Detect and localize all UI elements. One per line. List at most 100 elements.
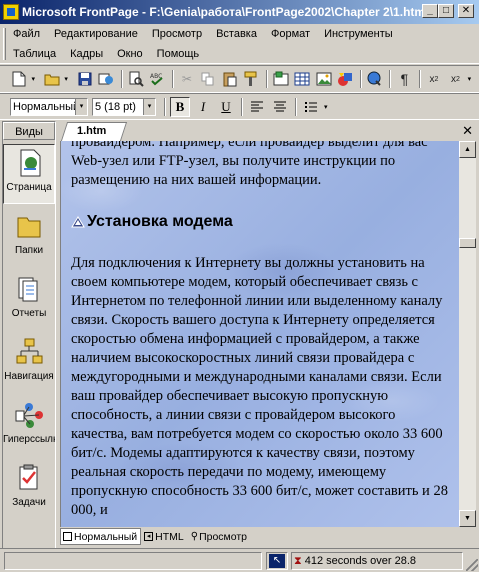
menu-edit[interactable]: Редактирование xyxy=(47,28,145,40)
scroll-thumb[interactable] xyxy=(459,238,476,248)
minimize-button[interactable]: _ xyxy=(422,4,438,18)
document-tab[interactable]: 1.htm xyxy=(60,122,128,141)
close-document-icon[interactable]: ✕ xyxy=(462,123,473,139)
align-left-icon[interactable] xyxy=(247,97,267,117)
print-preview-icon[interactable] xyxy=(127,69,146,89)
menu-bar: Файл Редактирование Просмотр Вставка Фор… xyxy=(0,24,479,64)
html-tab-icon: ◂ xyxy=(144,532,154,541)
bullets-icon[interactable] xyxy=(301,97,321,117)
menu-frames[interactable]: Кадры xyxy=(63,48,110,60)
font-size-combo-value: 5 (18 pt) xyxy=(95,100,136,113)
normal-tab-icon xyxy=(63,532,72,541)
show-all-pilcrow-icon[interactable]: ¶ xyxy=(395,69,414,89)
spelling-icon[interactable]: ABC xyxy=(148,69,167,89)
menu-format[interactable]: Формат xyxy=(264,28,317,40)
view-hyperlinks-label: Гиперссылки xyxy=(3,434,55,445)
reports-view-icon xyxy=(13,273,45,305)
toolbar-separator xyxy=(295,97,297,116)
close-button[interactable]: ✕ xyxy=(458,4,474,18)
menu-table[interactable]: Таблица xyxy=(6,48,63,60)
view-tasks-label: Задачи xyxy=(12,497,46,508)
publish-icon[interactable] xyxy=(97,69,116,89)
insert-table-icon[interactable] xyxy=(293,69,312,89)
view-page-label: Страница xyxy=(6,182,52,193)
view-navigation[interactable]: Навигация xyxy=(3,334,55,394)
view-reports-label: Отчеты xyxy=(11,308,47,319)
align-center-icon[interactable] xyxy=(270,97,290,117)
tab-normal[interactable]: Нормальный xyxy=(60,528,142,545)
bookmark-anchor-icon xyxy=(71,216,85,228)
bold-icon[interactable]: B xyxy=(170,96,190,117)
toolbar-separator xyxy=(120,70,123,88)
toolbar-separator xyxy=(265,70,268,88)
menu-row-1: Файл Редактирование Просмотр Вставка Фор… xyxy=(0,24,479,44)
intro-paragraph[interactable]: провайдером. Например, если провайдер вы… xyxy=(71,141,451,190)
subscript-icon[interactable]: x2 xyxy=(425,69,444,89)
new-dropdown-icon[interactable]: ▾ xyxy=(32,75,40,83)
document-tab-bar: 1.htm ✕ xyxy=(60,121,479,141)
scroll-down-icon[interactable]: ▼ xyxy=(459,510,476,527)
view-hyperlinks[interactable]: Гиперссылки xyxy=(3,397,55,457)
font-size-combo[interactable]: 5 (18 pt) ▾ xyxy=(92,97,156,116)
scroll-up-icon[interactable]: ▲ xyxy=(459,141,476,158)
style-combo[interactable]: Нормальный ▾ xyxy=(10,97,88,116)
standard-toolbar: ▾ ▾ ABC ✂ ¶ x2 x2 ▾ xyxy=(0,65,479,93)
view-page[interactable]: Страница xyxy=(3,144,55,204)
toolbar-separator xyxy=(418,70,421,88)
cursor-icon: ↖ xyxy=(269,554,285,568)
menu-row-2: Таблица Кадры Окно Помощь xyxy=(0,44,479,64)
hyperlink-icon[interactable] xyxy=(366,69,385,89)
style-combo-value: Нормальный xyxy=(13,100,80,113)
menu-window[interactable]: Окно xyxy=(110,48,150,60)
hyperlinks-view-icon xyxy=(13,399,45,431)
toolbar-options-icon[interactable]: ▾ xyxy=(468,75,476,83)
vertical-scrollbar[interactable]: ▲ ▼ xyxy=(459,141,476,527)
menu-grip[interactable] xyxy=(3,28,6,60)
window-title: Microsoft FrontPage - F:\Genia\работа\Fr… xyxy=(22,5,426,19)
download-time-text: 412 seconds over 28.8 xyxy=(304,555,417,567)
resize-grip-icon[interactable] xyxy=(466,559,478,571)
body-paragraph[interactable]: Для подключения к Интернету вы должны ус… xyxy=(71,254,451,520)
copy-icon[interactable] xyxy=(199,69,218,89)
section-heading[interactable]: Установка модема xyxy=(71,212,451,232)
format-painter-icon[interactable] xyxy=(242,69,261,89)
views-bar: Виды Страница Папки Отчеты Навигация Гип… xyxy=(2,121,56,549)
status-cursor-pane: ↖ xyxy=(266,552,288,570)
view-folders[interactable]: Папки xyxy=(3,208,55,268)
italic-icon[interactable]: I xyxy=(193,97,213,117)
document-tab-label: 1.htm xyxy=(77,125,107,137)
insert-component-icon[interactable] xyxy=(272,69,291,89)
page-view-tabs: Нормальный ◂ HTML ⚲ Просмотр xyxy=(60,527,479,546)
tab-normal-label: Нормальный xyxy=(74,530,138,543)
open-folder-icon[interactable] xyxy=(43,69,62,89)
new-page-icon[interactable] xyxy=(10,69,29,89)
underline-icon[interactable]: U xyxy=(216,97,236,117)
save-icon[interactable] xyxy=(76,69,95,89)
frontpage-app-icon[interactable] xyxy=(3,4,19,20)
menu-help[interactable]: Помощь xyxy=(150,48,207,60)
menu-tools[interactable]: Инструменты xyxy=(317,28,400,40)
status-message-pane xyxy=(4,552,262,570)
drawing-icon[interactable] xyxy=(336,69,355,89)
document-content[interactable]: провайдером. Например, если провайдер вы… xyxy=(71,141,451,520)
view-tasks[interactable]: Задачи xyxy=(3,460,55,520)
paste-icon[interactable] xyxy=(221,69,240,89)
format-toolbar-options-icon[interactable]: ▾ xyxy=(324,103,333,111)
superscript-icon[interactable]: x2 xyxy=(446,69,465,89)
tab-preview[interactable]: ⚲ Просмотр xyxy=(188,528,251,545)
download-time-pane[interactable]: ⧗ 412 seconds over 28.8 xyxy=(291,552,463,570)
style-dropdown-icon[interactable]: ▾ xyxy=(75,98,87,115)
insert-picture-icon[interactable] xyxy=(315,69,334,89)
document-editor[interactable]: провайдером. Например, если провайдер вы… xyxy=(60,141,459,527)
cut-icon[interactable]: ✂ xyxy=(178,69,197,89)
font-size-dropdown-icon[interactable]: ▾ xyxy=(143,98,155,115)
menu-insert[interactable]: Вставка xyxy=(209,28,264,40)
menu-view[interactable]: Просмотр xyxy=(145,28,209,40)
open-dropdown-icon[interactable]: ▾ xyxy=(64,75,72,83)
menu-file[interactable]: Файл xyxy=(6,28,47,40)
page-view-icon xyxy=(13,147,45,179)
maximize-button[interactable]: □ xyxy=(438,4,454,18)
tab-html[interactable]: ◂ HTML xyxy=(141,528,188,545)
hourglass-icon: ⧗ xyxy=(294,554,302,567)
view-reports[interactable]: Отчеты xyxy=(3,271,55,331)
